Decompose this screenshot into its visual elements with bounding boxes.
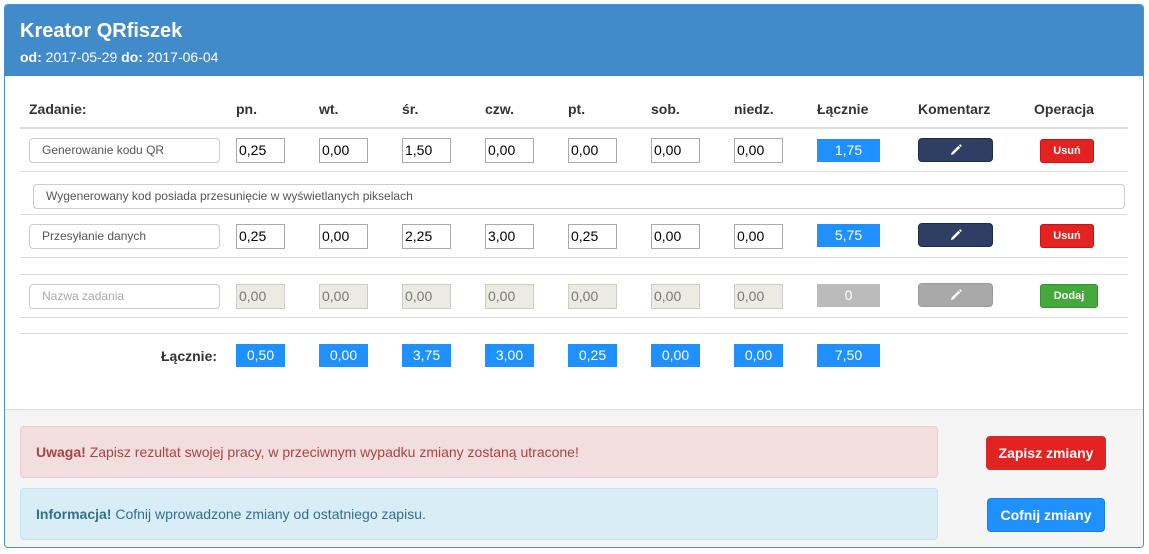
- panel-heading: Kreator QRfiszek od: 2017-05-29 do: 2017…: [5, 5, 1143, 76]
- row-divider: [20, 333, 1128, 334]
- new-hours-input-wed: 0,00: [402, 284, 451, 309]
- hours-input-tue[interactable]: 0,00: [319, 138, 368, 163]
- info-alert: Informacja! Cofnij wprowadzone zmiany od…: [20, 488, 938, 540]
- row-divider: [20, 171, 1128, 172]
- col-total: Łącznie: [817, 101, 869, 117]
- sum-sun: 0,00: [734, 344, 783, 367]
- col-operation: Operacja: [1034, 101, 1094, 117]
- row-divider: [20, 317, 1128, 318]
- col-task: Zadanie:: [29, 101, 87, 117]
- task-name-input[interactable]: Generowanie kodu QR: [29, 138, 220, 163]
- header-divider: [20, 127, 1128, 129]
- new-row-total: 0: [817, 284, 880, 307]
- col-sun: niedz.: [734, 101, 774, 117]
- delete-button[interactable]: Usuń: [1040, 139, 1094, 163]
- sum-tue: 0,00: [319, 344, 368, 367]
- col-thu: czw.: [485, 101, 515, 117]
- pencil-icon: [950, 229, 962, 240]
- hours-input-sat[interactable]: 0,00: [651, 138, 700, 163]
- col-tue: wt.: [319, 101, 339, 117]
- col-wed: śr.: [402, 101, 419, 117]
- row-total: 1,75: [817, 139, 880, 162]
- hours-input-sat[interactable]: 0,00: [651, 224, 700, 249]
- table-header: Zadanie: pn. wt. śr. czw. pt. sob. niedz…: [20, 101, 1128, 121]
- new-hours-input-sat: 0,00: [651, 284, 700, 309]
- sum-mon: 0,50: [236, 344, 285, 367]
- new-hours-input-sun: 0,00: [734, 284, 783, 309]
- warning-alert: Uwaga! Zapisz rezultat swojej pracy, w p…: [20, 426, 938, 478]
- hours-input-sun[interactable]: 0,00: [734, 138, 783, 163]
- comment-field[interactable]: Wygenerowany kod posiada przesunięcie w …: [33, 184, 1125, 209]
- new-hours-input-mon: 0,00: [236, 284, 285, 309]
- sum-sat: 0,00: [651, 344, 700, 367]
- pencil-icon: [950, 144, 962, 155]
- pencil-icon: [950, 289, 962, 300]
- row-divider: [20, 257, 1128, 258]
- hours-input-fri[interactable]: 0,00: [568, 138, 617, 163]
- hours-input-thu[interactable]: 0,00: [485, 138, 534, 163]
- hours-input-tue[interactable]: 0,00: [319, 224, 368, 249]
- sum-fri: 0,25: [568, 344, 617, 367]
- new-hours-input-thu: 0,00: [485, 284, 534, 309]
- save-changes-button[interactable]: Zapisz zmiany: [986, 436, 1106, 470]
- page-title: Kreator QRfiszek: [20, 20, 183, 42]
- date-range: od: 2017-05-29 do: 2017-06-04: [20, 48, 1128, 66]
- grand-total: 7,50: [817, 344, 880, 367]
- new-hours-input-tue: 0,00: [319, 284, 368, 309]
- hours-input-thu[interactable]: 3,00: [485, 224, 534, 249]
- warning-text: Zapisz rezultat swojej pracy, w przeciwn…: [89, 444, 579, 460]
- panel-footer: Uwaga! Zapisz rezultat swojej pracy, w p…: [5, 409, 1143, 547]
- add-button[interactable]: Dodaj: [1040, 284, 1098, 308]
- from-label: od:: [20, 49, 42, 65]
- col-mon: pn.: [236, 101, 257, 117]
- col-comment: Komentarz: [918, 101, 991, 117]
- col-sat: sob.: [651, 101, 680, 117]
- hours-input-wed[interactable]: 2,25: [402, 224, 451, 249]
- new-hours-input-fri: 0,00: [568, 284, 617, 309]
- sum-thu: 3,00: [485, 344, 534, 367]
- to-label: do:: [121, 49, 143, 65]
- row-divider: [20, 214, 1128, 215]
- task-name-input[interactable]: Przesyłanie danych: [29, 224, 220, 249]
- from-date: 2017-05-29: [45, 49, 118, 65]
- edit-comment-button[interactable]: [918, 223, 993, 247]
- sum-wed: 3,75: [402, 344, 451, 367]
- row-total: 5,75: [817, 224, 880, 247]
- hours-input-sun[interactable]: 0,00: [734, 224, 783, 249]
- hours-input-fri[interactable]: 0,25: [568, 224, 617, 249]
- row-divider: [20, 274, 1128, 275]
- info-text: Cofnij wprowadzone zmiany od ostatniego …: [115, 506, 426, 522]
- info-title: Informacja!: [36, 506, 112, 522]
- edit-comment-button[interactable]: [918, 138, 993, 162]
- delete-button[interactable]: Usuń: [1040, 224, 1094, 248]
- kreator-panel: Kreator QRfiszek od: 2017-05-29 do: 2017…: [4, 4, 1144, 548]
- undo-changes-button[interactable]: Cofnij zmiany: [987, 498, 1105, 532]
- col-fri: pt.: [568, 101, 586, 117]
- hours-input-mon[interactable]: 0,25: [236, 224, 285, 249]
- sums-label: Łącznie:: [161, 348, 218, 364]
- hours-input-mon[interactable]: 0,25: [236, 138, 285, 163]
- to-date: 2017-06-04: [146, 49, 219, 65]
- new-task-name-input[interactable]: Nazwa zadania: [29, 284, 220, 309]
- warning-title: Uwaga!: [36, 444, 86, 460]
- edit-comment-button-disabled: [918, 283, 993, 307]
- hours-input-wed[interactable]: 1,50: [402, 138, 451, 163]
